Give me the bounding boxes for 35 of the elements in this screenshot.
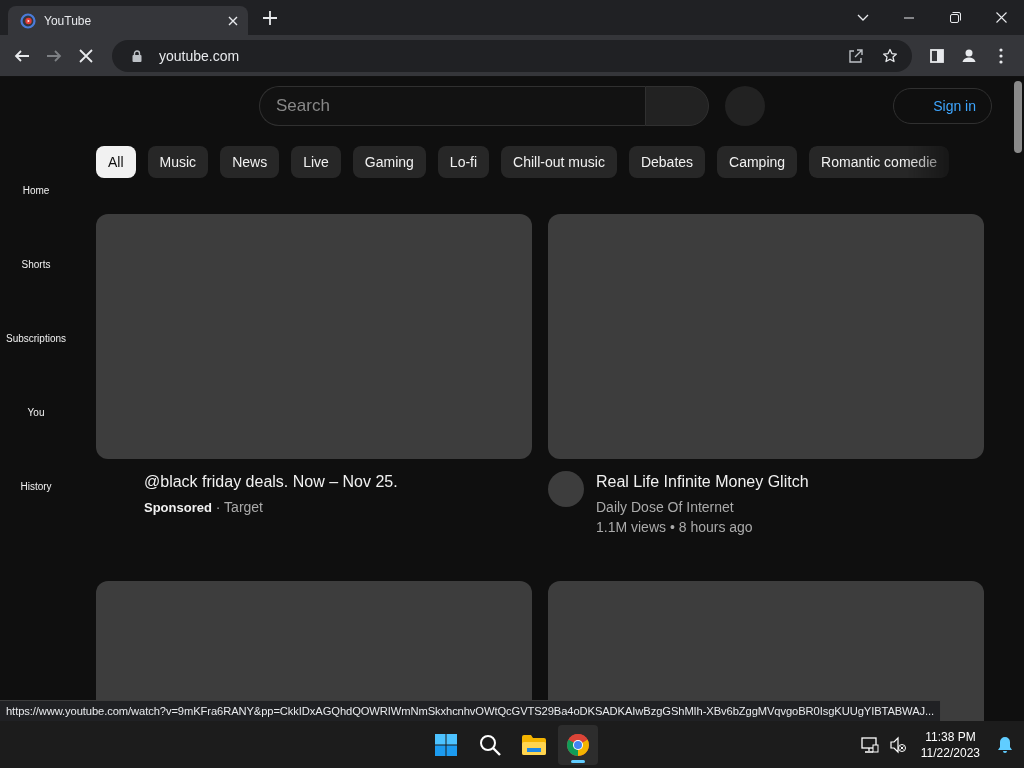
filter-chip[interactable]: Live (291, 146, 341, 178)
youtube-favicon-icon (20, 12, 36, 29)
clock-time[interactable]: 11:38 PM (925, 729, 976, 745)
filter-chip[interactable]: Romantic comedie (809, 146, 950, 178)
search-field[interactable]: Search (259, 86, 645, 126)
address-bar[interactable]: youtube.com (112, 39, 912, 72)
scrollbar-thumb[interactable] (1014, 81, 1022, 153)
ad-byline: Sponsored · Target (144, 498, 264, 517)
tab-title: YouTube (44, 13, 93, 28)
filter-chip[interactable]: All (96, 146, 136, 178)
filter-chip[interactable]: Lo-fi (437, 146, 490, 178)
filter-chip[interactable]: News (220, 146, 280, 178)
chrome-logo-icon[interactable] (558, 725, 598, 765)
ad-title[interactable]: @black friday deals. Now – Nov 25. (144, 471, 398, 493)
browser-tab[interactable]: YouTube (8, 6, 248, 35)
close-icon[interactable] (228, 15, 238, 26)
sidebar-item[interactable]: You (27, 406, 45, 418)
filter-chip[interactable]: Gaming (352, 146, 426, 178)
filter-chip[interactable]: Chill-out music (501, 146, 617, 178)
sidebar-item[interactable]: Shorts (21, 258, 51, 270)
status-url-tooltip: https://www.youtube.com/watch?v=9mKFra6RANY&pp=CkkIDxAGQhdQOWRIWmNmSkxhcnhvOWtQcGVTS29Ba4oDKSADKAIwBzgGShMIh-XBv6bZggMVqvgoBR0IsgKUUgYIBTABWAJ... (0, 700, 942, 721)
sidebar-item[interactable]: History (20, 480, 52, 492)
thumbnail-placeholder[interactable] (96, 214, 532, 459)
filter-chip[interactable]: Music (147, 146, 209, 178)
video-title[interactable]: Real Life Infinite Money Glitch (596, 471, 809, 493)
url-text: youtube.com (159, 47, 241, 64)
clock-date[interactable]: 11/22/2023 (920, 745, 980, 761)
filter-chip[interactable]: Camping (717, 146, 798, 178)
sidebar-item[interactable]: Home (22, 184, 50, 196)
network-monitor-icon[interactable] (858, 734, 881, 756)
thumbnail-placeholder[interactable] (548, 214, 984, 459)
filter-chip[interactable]: Debates (628, 146, 706, 178)
channel-name[interactable]: Daily Dose Of Internet (596, 497, 809, 517)
video-meta: 1.1M views • 8 hours ago (596, 518, 754, 537)
sidebar-item[interactable]: Subscriptions (6, 332, 66, 344)
